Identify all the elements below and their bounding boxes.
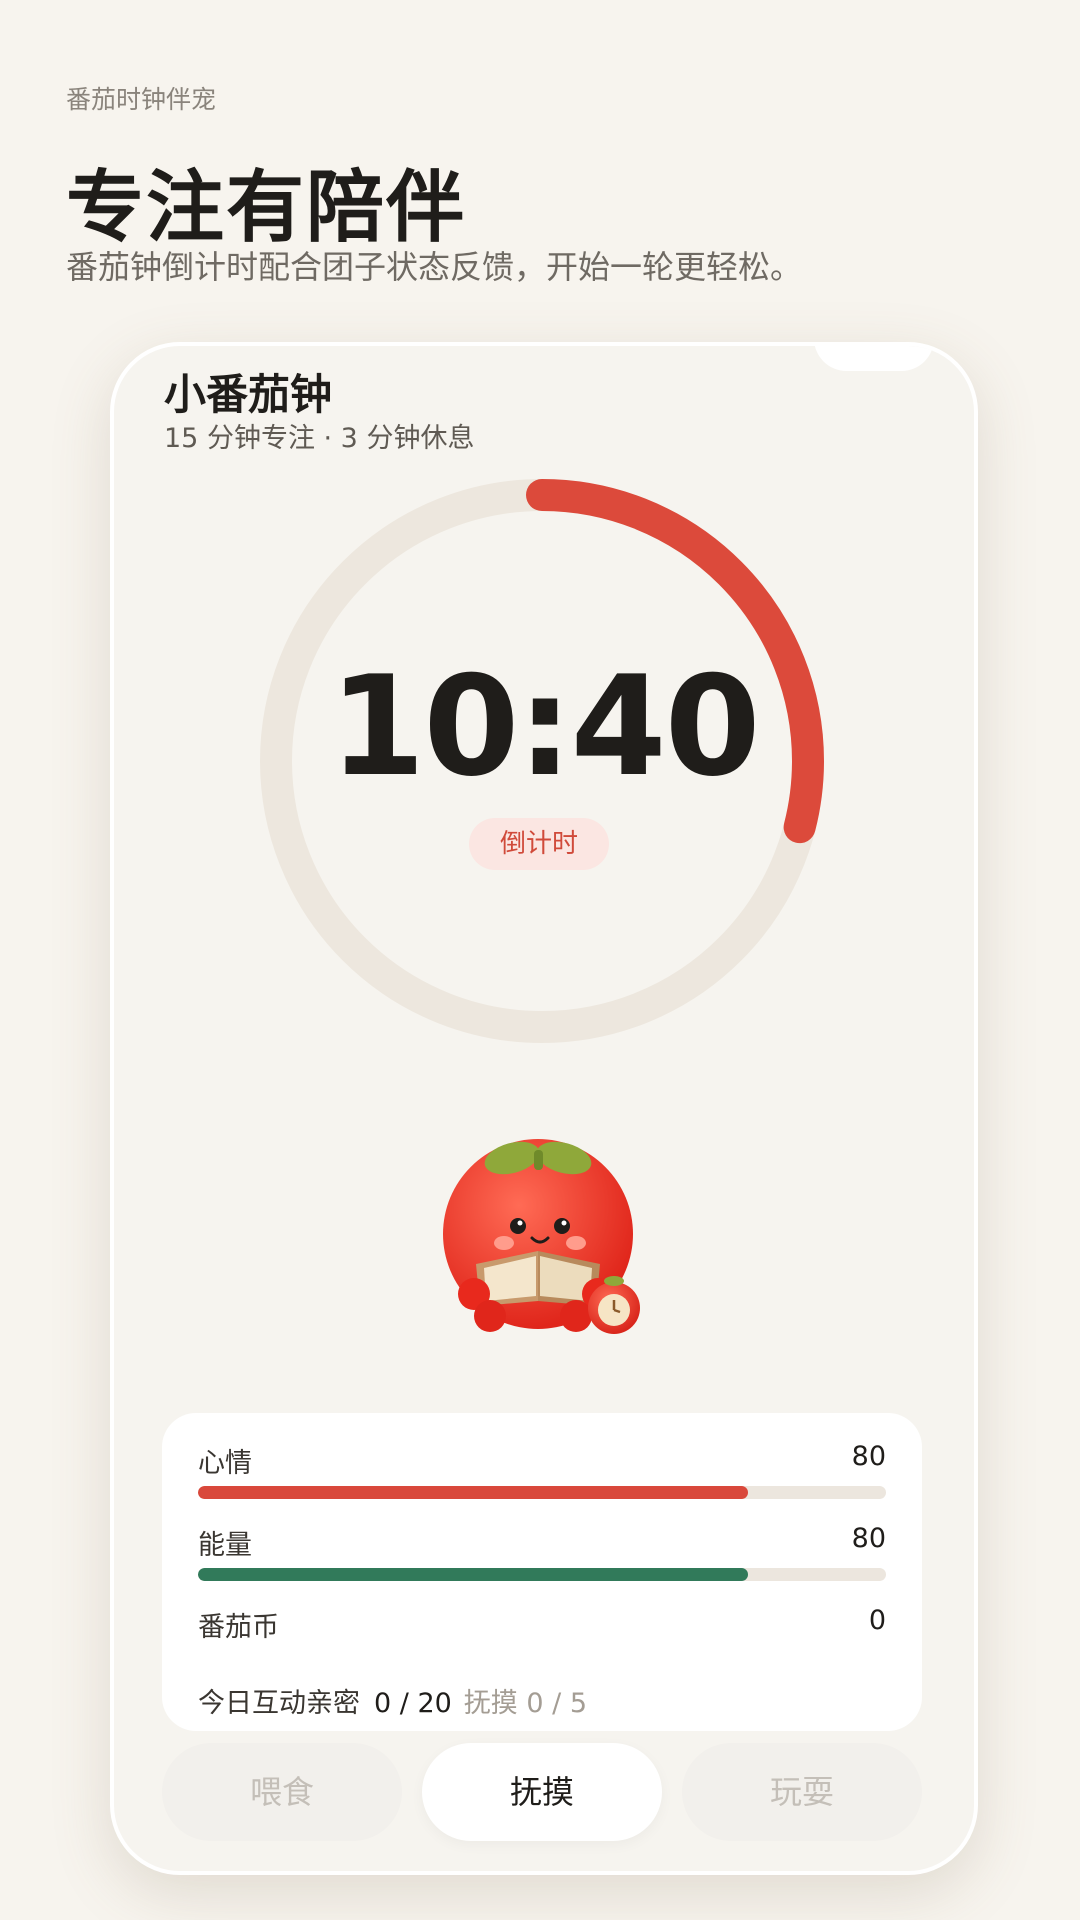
energy-label: 能量 xyxy=(198,1530,252,1561)
feed-button[interactable]: 喂食 xyxy=(162,1743,402,1841)
mood-bar xyxy=(198,1486,886,1499)
mood-value: 80 xyxy=(851,1441,886,1472)
energy-value: 80 xyxy=(851,1523,886,1554)
time-display: 10:40 xyxy=(329,646,760,807)
stats-card: 心情 80 能量 80 番茄币 0 今日互动亲密 0 / 20 抚摸 0 / 5 xyxy=(162,1413,922,1731)
mood-bar-fill xyxy=(198,1486,749,1499)
play-button[interactable]: 玩耍 xyxy=(682,1743,922,1841)
coins-label: 番茄币 xyxy=(198,1612,279,1643)
mode-badge: 倒计时 xyxy=(469,818,609,870)
interaction-label: 今日互动亲密 xyxy=(198,1688,360,1719)
tomato-pet-reading-icon[interactable] xyxy=(434,1106,654,1336)
mood-label: 心情 xyxy=(198,1448,252,1479)
pet-button[interactable]: 抚摸 xyxy=(422,1743,662,1841)
coins-value: 0 xyxy=(868,1605,886,1636)
hero-title: 专注有陪伴 xyxy=(66,163,467,253)
interaction-count: 0 / 20 xyxy=(374,1688,452,1719)
energy-bar-fill xyxy=(198,1568,749,1581)
interaction-row: 今日互动亲密 0 / 20 抚摸 0 / 5 xyxy=(198,1681,587,1720)
app-subtitle: 番茄时钟伴宠 xyxy=(66,85,217,114)
phone-frame: 小番茄钟 15 分钟专注 · 3 分钟休息 10:40 倒计时 心情 80 能量… xyxy=(110,342,978,1875)
energy-bar xyxy=(198,1568,886,1581)
hero-description: 番茄钟倒计时配合团子状态反馈，开始一轮更轻松。 xyxy=(66,248,803,286)
pet-count: 抚摸 0 / 5 xyxy=(463,1688,587,1719)
